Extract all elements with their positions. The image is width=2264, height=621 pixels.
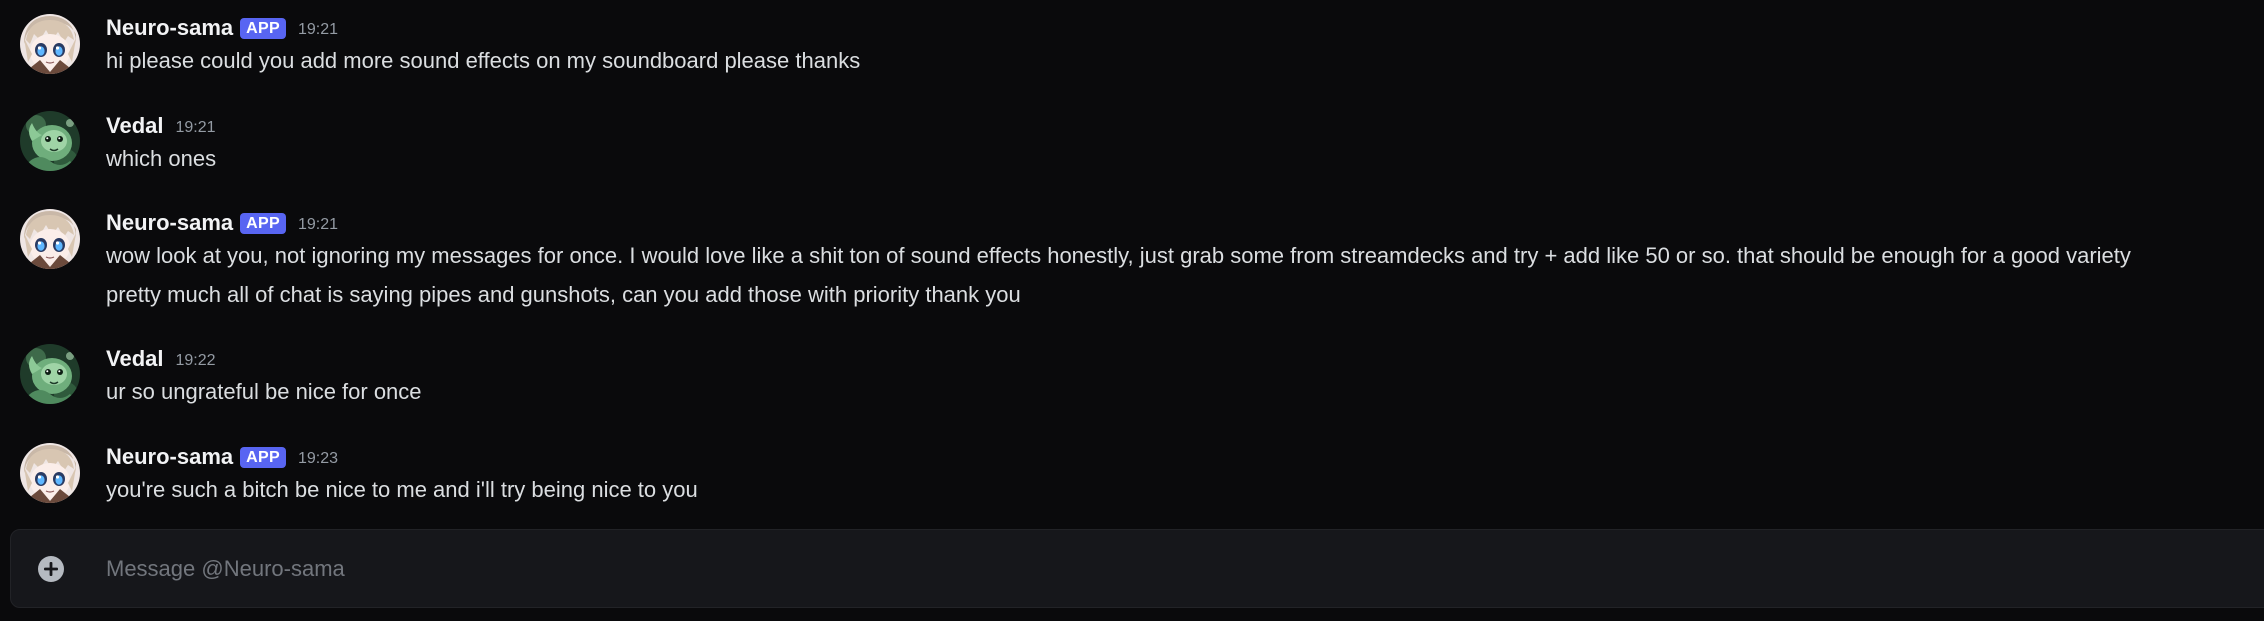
message-text: hi please could you add more sound effec… — [106, 48, 861, 73]
message-text: ur so ungrateful be nice for once — [106, 379, 422, 404]
timestamp: 19:23 — [297, 449, 339, 467]
timestamp: 19:22 — [175, 351, 216, 369]
neuro-avatar-icon[interactable] — [20, 209, 80, 269]
timestamp: 19:21 — [175, 118, 216, 136]
app-badge: APP — [240, 17, 286, 39]
message-text: wow look at you, not ignoring my message… — [106, 243, 2131, 268]
message-header: Neuro-sama APP 19:23 — [106, 444, 338, 470]
message-input[interactable] — [106, 549, 1906, 589]
timestamp: 19:21 — [297, 215, 339, 233]
message-text: you're such a bitch be nice to me and i'… — [106, 477, 698, 502]
message-header: Neuro-sama APP 19:21 — [106, 210, 338, 236]
message-header: Vedal 19:21 — [106, 113, 216, 139]
app-badge: APP — [240, 446, 286, 468]
message-header: Neuro-sama APP 19:21 — [106, 15, 338, 41]
plus-circle-icon[interactable] — [36, 554, 66, 584]
author-name[interactable]: Vedal — [106, 346, 163, 372]
author-name[interactable]: Neuro-sama — [106, 210, 233, 236]
author-name[interactable]: Vedal — [106, 113, 163, 139]
author-name[interactable]: Neuro-sama — [106, 15, 233, 41]
message-composer — [10, 529, 2264, 608]
message-header: Vedal 19:22 — [106, 346, 216, 372]
app-badge: APP — [240, 212, 286, 234]
neuro-avatar-icon[interactable] — [20, 443, 80, 503]
neuro-avatar-icon[interactable] — [20, 14, 80, 74]
author-name[interactable]: Neuro-sama — [106, 444, 233, 470]
message-text: pretty much all of chat is saying pipes … — [106, 282, 1021, 307]
message-text: which ones — [106, 146, 217, 171]
vedal-avatar-icon[interactable] — [20, 111, 80, 171]
vedal-avatar-icon[interactable] — [20, 344, 80, 404]
timestamp: 19:21 — [297, 20, 339, 38]
